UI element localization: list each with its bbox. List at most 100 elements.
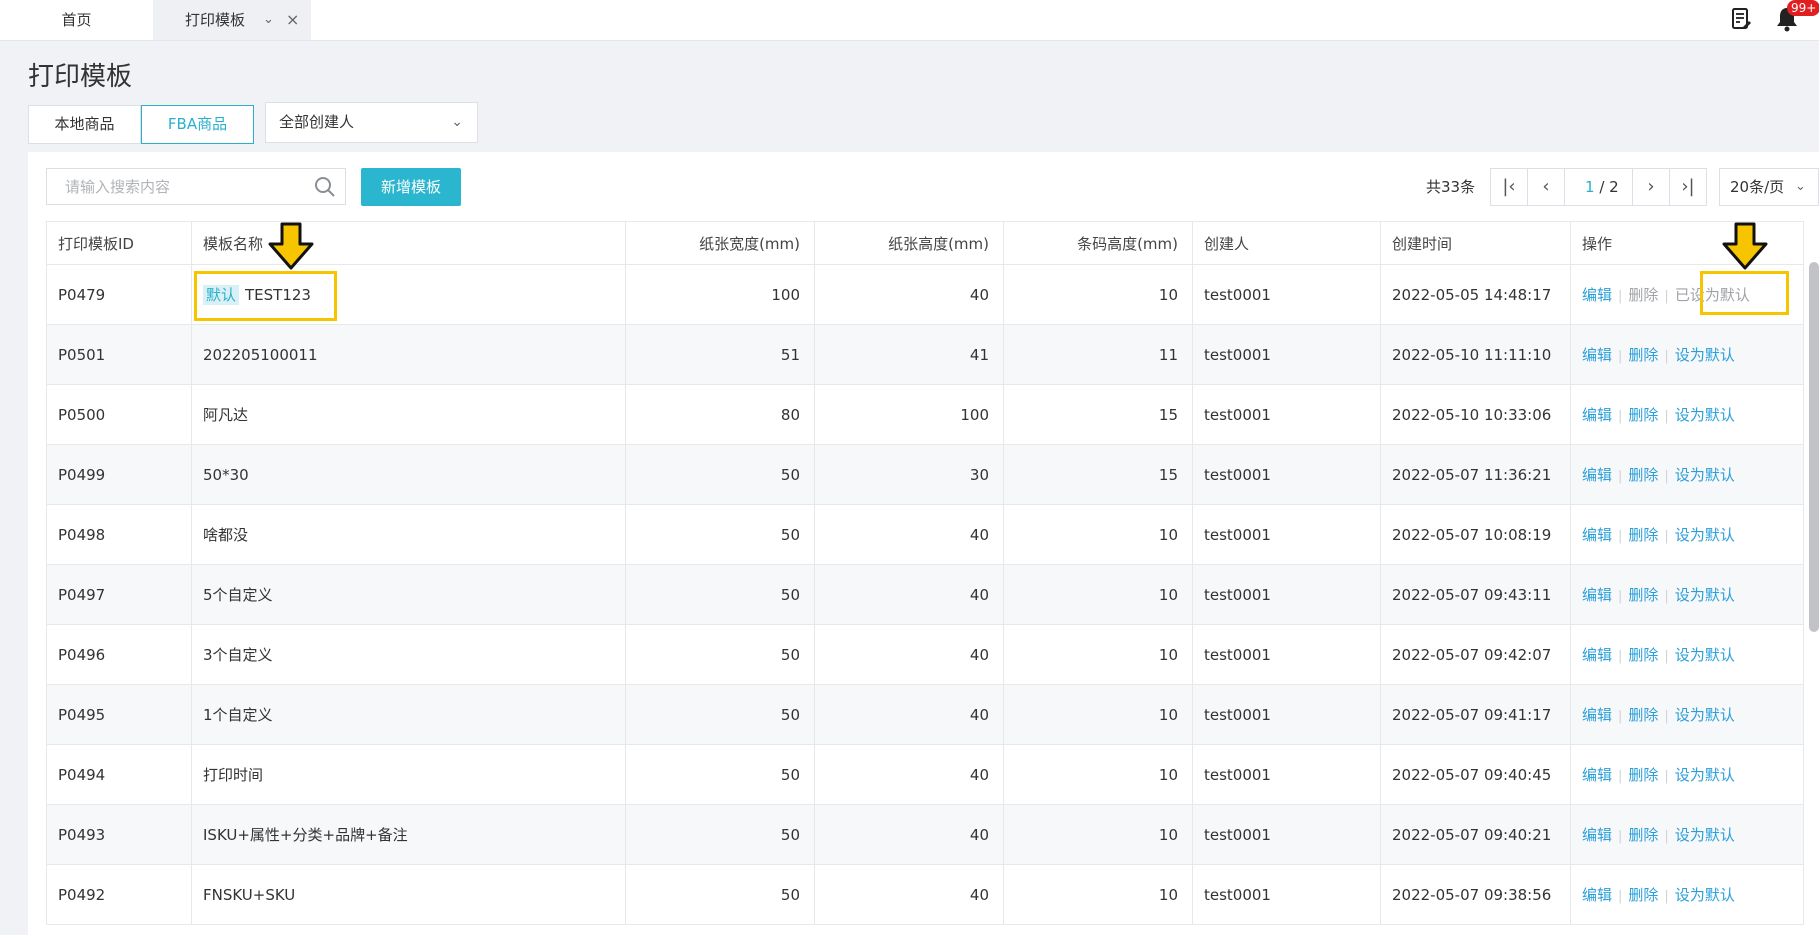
separator: | — [1618, 709, 1623, 724]
creator-filter-select[interactable]: 全部创建人 ⌄ — [265, 102, 478, 143]
delete-link[interactable]: 删除 — [1628, 646, 1658, 664]
current-page[interactable]: 1 — [1585, 178, 1595, 196]
edit-link[interactable]: 编辑 — [1582, 886, 1612, 904]
cell-creator: test0001 — [1192, 864, 1381, 925]
edit-link[interactable]: 编辑 — [1582, 826, 1612, 844]
tab-local-products[interactable]: 本地商品 — [28, 105, 141, 144]
cell-actions: 编辑 | 删除 | 设为默认 — [1570, 504, 1804, 565]
set-default-link[interactable]: 设为默认 — [1675, 886, 1735, 904]
delete-link[interactable]: 删除 — [1628, 346, 1658, 364]
cell-name: 202205100011 — [203, 345, 318, 364]
add-template-button[interactable]: 新增模板 — [361, 168, 461, 206]
cell-actions: 编辑 | 删除 | 设为默认 — [1570, 384, 1804, 445]
set-default-link[interactable]: 设为默认 — [1675, 706, 1735, 724]
tab-print-templates-label: 打印模板 — [185, 11, 246, 29]
separator: | — [1618, 409, 1623, 424]
edit-link[interactable]: 编辑 — [1582, 346, 1612, 364]
cell-barcode: 10 — [1003, 744, 1193, 805]
edit-link[interactable]: 编辑 — [1582, 286, 1612, 304]
cell-height: 40 — [814, 624, 1004, 685]
edit-link[interactable]: 编辑 — [1582, 586, 1612, 604]
cell-width: 50 — [625, 864, 815, 925]
edit-link[interactable]: 编辑 — [1582, 526, 1612, 544]
delete-link[interactable]: 删除 — [1628, 586, 1658, 604]
set-default-link[interactable]: 设为默认 — [1675, 586, 1735, 604]
cell-name: 5个自定义 — [203, 586, 273, 604]
set-default-link[interactable]: 设为默认 — [1675, 346, 1735, 364]
delete-link[interactable]: 删除 — [1628, 766, 1658, 784]
cell-created: 2022-05-10 11:11:10 — [1380, 324, 1571, 385]
search-icon[interactable] — [314, 176, 336, 198]
next-page-button[interactable]: › — [1632, 168, 1670, 206]
delete-link[interactable]: 删除 — [1628, 526, 1658, 544]
set-default-link[interactable]: 设为默认 — [1675, 526, 1735, 544]
vertical-scrollbar[interactable] — [1809, 262, 1819, 632]
cell-width: 50 — [625, 684, 815, 745]
tab-home[interactable]: 首页 — [0, 0, 153, 40]
cell-height: 40 — [814, 684, 1004, 745]
last-page-button[interactable]: ›| — [1669, 168, 1707, 206]
cell-created: 2022-05-10 10:33:06 — [1380, 384, 1571, 445]
cell-height: 40 — [814, 864, 1004, 925]
set-default-link[interactable]: 设为默认 — [1675, 826, 1735, 844]
highlight-already-default — [1700, 271, 1789, 315]
separator: | — [1664, 349, 1669, 364]
search-input[interactable] — [47, 169, 297, 204]
delete-link[interactable]: 删除 — [1628, 886, 1658, 904]
cell-barcode: 10 — [1003, 864, 1193, 925]
set-default-link[interactable]: 设为默认 — [1675, 406, 1735, 424]
tab-fba-products[interactable]: FBA商品 — [141, 105, 254, 144]
edit-link[interactable]: 编辑 — [1582, 646, 1612, 664]
cell-barcode: 15 — [1003, 384, 1193, 445]
page-indicator: 1 / 2 — [1564, 168, 1633, 206]
close-icon[interactable]: × — [286, 0, 299, 40]
cell-creator: test0001 — [1192, 324, 1381, 385]
set-default-link[interactable]: 设为默认 — [1675, 766, 1735, 784]
page-size-select[interactable]: 20条/页 ⌄ — [1719, 168, 1819, 206]
cell-created: 2022-05-05 14:48:17 — [1380, 264, 1571, 325]
chevron-down-icon[interactable]: ⌄ — [263, 0, 274, 40]
edit-link[interactable]: 编辑 — [1582, 766, 1612, 784]
delete-link[interactable]: 删除 — [1628, 826, 1658, 844]
document-edit-icon[interactable] — [1731, 8, 1751, 30]
prev-page-button[interactable]: ‹ — [1527, 168, 1565, 206]
edit-link[interactable]: 编辑 — [1582, 466, 1612, 484]
cell-name-wrap: 阿凡达 — [191, 384, 626, 445]
cell-height: 40 — [814, 564, 1004, 625]
cell-barcode: 11 — [1003, 324, 1193, 385]
cell-barcode: 10 — [1003, 804, 1193, 865]
highlight-default-tag — [194, 271, 337, 321]
cell-created: 2022-05-07 11:36:21 — [1380, 444, 1571, 505]
delete-link[interactable]: 删除 — [1628, 406, 1658, 424]
cell-width: 50 — [625, 504, 815, 565]
cell-creator: test0001 — [1192, 444, 1381, 505]
header-height: 纸张高度(mm) — [814, 221, 1004, 265]
cell-width: 51 — [625, 324, 815, 385]
cell-barcode: 10 — [1003, 264, 1193, 325]
edit-link[interactable]: 编辑 — [1582, 706, 1612, 724]
set-default-link[interactable]: 设为默认 — [1675, 466, 1735, 484]
cell-height: 100 — [814, 384, 1004, 445]
chevron-down-icon: ⌄ — [451, 114, 463, 130]
cell-id: P0501 — [46, 324, 192, 385]
header-created: 创建时间 — [1380, 221, 1571, 265]
tab-print-templates[interactable]: 打印模板 ⌄ × — [153, 0, 311, 40]
top-icons: 99+ — [1709, 0, 1819, 40]
cell-barcode: 10 — [1003, 684, 1193, 745]
separator: | — [1664, 889, 1669, 904]
cell-actions: 编辑 | 删除 | 设为默认 — [1570, 804, 1804, 865]
first-page-button[interactable]: |‹ — [1490, 168, 1528, 206]
cell-height: 40 — [814, 804, 1004, 865]
set-default-link[interactable]: 设为默认 — [1675, 646, 1735, 664]
table-row: P0501 202205100011 51 41 11 test0001 2022-05-1… — [46, 324, 1804, 385]
delete-link[interactable]: 删除 — [1628, 706, 1658, 724]
cell-name-wrap: 打印时间 — [191, 744, 626, 805]
cell-actions: 编辑 | 删除 | 设为默认 — [1570, 864, 1804, 925]
delete-link: 删除 — [1628, 286, 1659, 304]
table-row: P0496 3个自定义 50 40 10 test0001 2022-05-07 09:42… — [46, 624, 1804, 685]
delete-link[interactable]: 删除 — [1628, 466, 1658, 484]
separator: | — [1664, 469, 1669, 484]
cell-created: 2022-05-07 09:38:56 — [1380, 864, 1571, 925]
edit-link[interactable]: 编辑 — [1582, 406, 1612, 424]
cell-height: 41 — [814, 324, 1004, 385]
